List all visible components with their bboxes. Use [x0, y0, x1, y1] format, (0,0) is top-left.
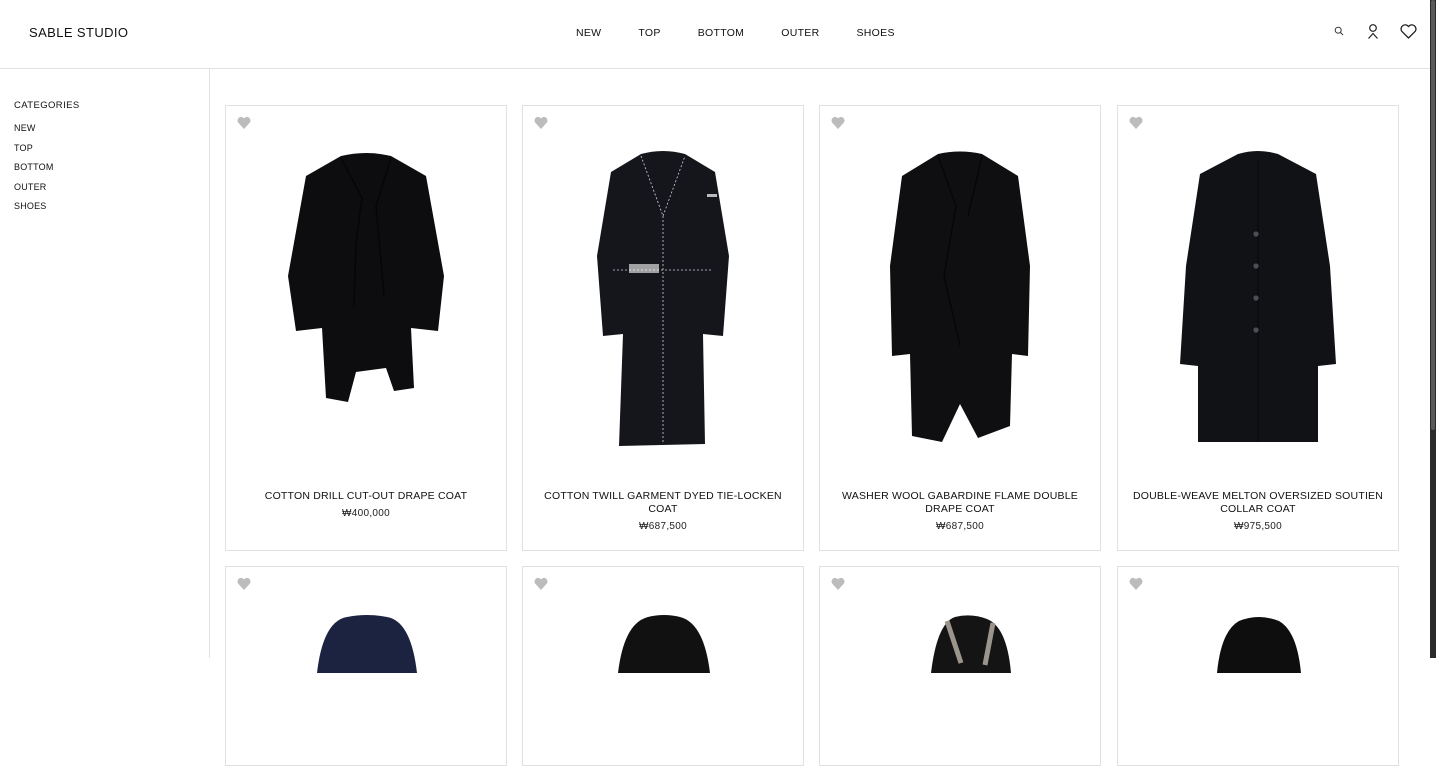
product-card[interactable]: [225, 566, 507, 766]
coat-image: [597, 151, 729, 446]
product-card[interactable]: [1117, 566, 1399, 766]
coat-image: [1180, 151, 1336, 442]
product-info: COTTON DRILL CUT-OUT DRAPE COAT ₩400,000: [226, 490, 506, 519]
product-image[interactable]: [1159, 613, 1359, 673]
sidebar-item-outer[interactable]: OUTER: [14, 182, 54, 202]
heart-icon[interactable]: [534, 116, 548, 130]
header-actions: [1334, 20, 1417, 42]
heart-icon[interactable]: [831, 577, 845, 591]
heart-icon[interactable]: [237, 116, 251, 130]
product-price: ₩975,500: [1234, 521, 1282, 532]
product-image[interactable]: [564, 613, 764, 673]
heart-icon[interactable]: [1129, 577, 1143, 591]
product-card[interactable]: COTTON DRILL CUT-OUT DRAPE COAT ₩400,000: [225, 105, 507, 551]
sidebar-item-bottom[interactable]: BOTTOM: [14, 162, 54, 182]
heart-icon[interactable]: [237, 577, 251, 591]
nav-item-outer[interactable]: OUTER: [781, 27, 819, 39]
heart-icon[interactable]: [1129, 116, 1143, 130]
product-info: COTTON TWILL GARMENT DYED TIE-LOCKEN COA…: [523, 490, 803, 532]
product-image[interactable]: [861, 613, 1061, 673]
category-sidebar: CATEGORIES NEW TOP BOTTOM OUTER SHOES: [0, 69, 210, 658]
nav-item-bottom[interactable]: BOTTOM: [698, 27, 745, 39]
product-card[interactable]: DOUBLE-WEAVE MELTON OVERSIZED SOUTIEN CO…: [1117, 105, 1399, 551]
nav-item-new[interactable]: NEW: [576, 27, 601, 39]
product-card[interactable]: WASHER WOOL GABARDINE FLAME DOUBLE DRAPE…: [819, 105, 1101, 551]
product-name[interactable]: COTTON DRILL CUT-OUT DRAPE COAT: [240, 490, 492, 503]
site-header: SABLE STUDIO NEW TOP BOTTOM OUTER SHOES: [0, 0, 1430, 69]
page-scrollbar[interactable]: [1430, 0, 1436, 658]
product-price: ₩687,500: [639, 521, 687, 532]
sidebar-item-new[interactable]: NEW: [14, 123, 54, 143]
product-image[interactable]: [267, 613, 467, 673]
product-card[interactable]: COTTON TWILL GARMENT DYED TIE-LOCKEN COA…: [522, 105, 804, 551]
sidebar-title: CATEGORIES: [14, 100, 80, 111]
product-image[interactable]: [820, 146, 1100, 456]
sidebar-item-top[interactable]: TOP: [14, 143, 54, 163]
product-info: DOUBLE-WEAVE MELTON OVERSIZED SOUTIEN CO…: [1118, 490, 1398, 532]
coat-image: [288, 153, 444, 402]
product-image[interactable]: [1118, 146, 1398, 456]
sidebar-item-shoes[interactable]: SHOES: [14, 201, 54, 221]
product-name[interactable]: WASHER WOOL GABARDINE FLAME DOUBLE DRAPE…: [834, 490, 1086, 516]
product-price: ₩400,000: [342, 508, 390, 519]
main-nav: NEW TOP BOTTOM OUTER SHOES: [576, 27, 895, 39]
category-list: NEW TOP BOTTOM OUTER SHOES: [14, 123, 54, 221]
product-name[interactable]: COTTON TWILL GARMENT DYED TIE-LOCKEN COA…: [537, 490, 789, 516]
scrollbar-thumb[interactable]: [1431, 0, 1435, 430]
coat-image: [890, 151, 1030, 442]
product-image[interactable]: [226, 146, 506, 456]
heart-icon[interactable]: [831, 116, 845, 130]
product-image[interactable]: [523, 146, 803, 456]
product-card[interactable]: [819, 566, 1101, 766]
product-card[interactable]: [522, 566, 804, 766]
nav-item-shoes[interactable]: SHOES: [856, 27, 894, 39]
product-name[interactable]: DOUBLE-WEAVE MELTON OVERSIZED SOUTIEN CO…: [1132, 490, 1384, 516]
nav-item-top[interactable]: TOP: [638, 27, 660, 39]
heart-icon[interactable]: [534, 577, 548, 591]
product-info: WASHER WOOL GABARDINE FLAME DOUBLE DRAPE…: [820, 490, 1100, 532]
wishlist-heart-icon[interactable]: [1400, 20, 1417, 42]
product-price: ₩687,500: [936, 521, 984, 532]
brand-logo[interactable]: SABLE STUDIO: [29, 25, 128, 40]
user-icon[interactable]: [1367, 20, 1379, 42]
search-icon[interactable]: [1334, 20, 1344, 42]
